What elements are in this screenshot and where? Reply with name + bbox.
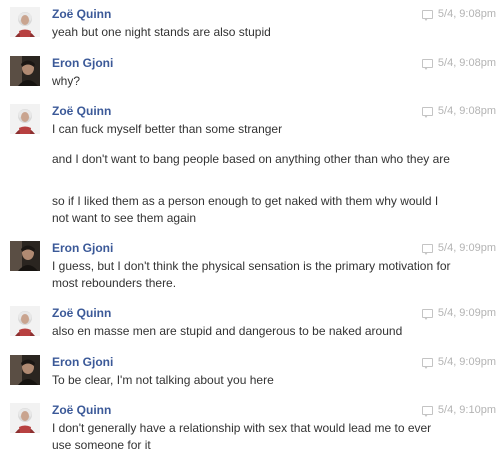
- eron-avatar[interactable]: [10, 56, 40, 86]
- timestamp-text: 5/4, 9:09pm: [437, 307, 496, 319]
- sender-name[interactable]: Zoë Quinn: [52, 403, 111, 417]
- sender-name[interactable]: Zoë Quinn: [52, 7, 111, 21]
- timestamp-text: 5/4, 9:08pm: [437, 8, 496, 20]
- zoe-avatar[interactable]: [10, 104, 40, 134]
- zoe-avatar[interactable]: [10, 306, 40, 336]
- message-timestamp: 5/4, 9:08pm: [421, 57, 496, 70]
- timestamp-text: 5/4, 9:10pm: [437, 404, 496, 416]
- eron-avatar[interactable]: [10, 241, 40, 271]
- sender-name[interactable]: Eron Gjoni: [52, 241, 113, 255]
- message-timestamp: 5/4, 9:09pm: [421, 356, 496, 369]
- message-timestamp: 5/4, 9:09pm: [421, 307, 496, 320]
- message-text: I can fuck myself better than some stran…: [52, 122, 283, 136]
- zoe-avatar[interactable]: [10, 403, 40, 433]
- chat-bubble-icon: [421, 10, 433, 21]
- eron-avatar[interactable]: [10, 355, 40, 385]
- sender-name[interactable]: Zoë Quinn: [52, 104, 111, 118]
- chat-bubble-icon: [421, 309, 433, 320]
- message-text: so if I liked them as a person enough to…: [52, 194, 439, 225]
- message-text: To be clear, I'm not talking about you h…: [52, 373, 274, 387]
- chat-bubble-icon: [421, 406, 433, 417]
- chat-bubble-icon: [421, 59, 433, 70]
- message-text: and I don't want to bang people based on…: [52, 152, 450, 166]
- message-timestamp: 5/4, 9:09pm: [421, 242, 496, 255]
- message-text: I don't generally have a relationship wi…: [52, 421, 432, 452]
- chat-bubble-icon: [421, 107, 433, 118]
- timestamp-text: 5/4, 9:09pm: [437, 242, 496, 254]
- message-text: also en masse men are stupid and dangero…: [52, 324, 403, 338]
- chat-bubble-icon: [421, 358, 433, 369]
- message-text: yeah but one night stands are also stupi…: [52, 25, 271, 39]
- timestamp-text: 5/4, 9:08pm: [437, 105, 496, 117]
- zoe-avatar[interactable]: [10, 7, 40, 37]
- message-text: I guess, but I don't think the physical …: [52, 259, 451, 290]
- sender-name[interactable]: Eron Gjoni: [52, 355, 113, 369]
- timestamp-text: 5/4, 9:08pm: [437, 57, 496, 69]
- timestamp-text: 5/4, 9:09pm: [437, 356, 496, 368]
- chat-bubble-icon: [421, 244, 433, 255]
- sender-name[interactable]: Zoë Quinn: [52, 306, 111, 320]
- sender-name[interactable]: Eron Gjoni: [52, 56, 113, 70]
- message-timestamp: 5/4, 9:08pm: [421, 8, 496, 21]
- message-timestamp: 5/4, 9:10pm: [421, 404, 496, 417]
- message-text: why?: [52, 74, 81, 88]
- message-timestamp: 5/4, 9:08pm: [421, 105, 496, 118]
